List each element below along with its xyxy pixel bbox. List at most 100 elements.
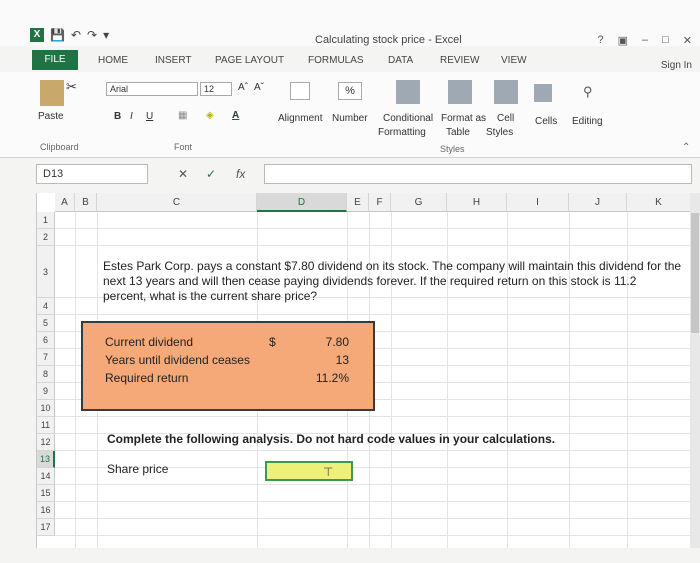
save-icon[interactable]: 💾: [50, 28, 65, 42]
column-header[interactable]: C: [97, 193, 257, 212]
cancel-icon[interactable]: ✕: [178, 167, 188, 181]
tab-view[interactable]: VIEW: [501, 55, 527, 66]
column-header[interactable]: A: [55, 193, 75, 212]
column-header[interactable]: E: [347, 193, 369, 212]
paste-icon[interactable]: [40, 80, 64, 106]
conditional-formatting-icon[interactable]: [396, 80, 420, 104]
ribbon-display-icon[interactable]: ▣: [618, 34, 628, 47]
tab-review[interactable]: REVIEW: [440, 55, 479, 66]
column-header[interactable]: B: [75, 193, 97, 212]
row-header[interactable]: 17: [37, 519, 55, 536]
share-price-answer-cell[interactable]: ⊤: [265, 461, 353, 481]
customize-toolbar-icon[interactable]: ▾: [103, 28, 109, 42]
cells-icon[interactable]: [534, 84, 552, 102]
bold-button[interactable]: B: [114, 111, 121, 122]
row-header[interactable]: 11: [37, 417, 55, 434]
row-header[interactable]: 16: [37, 502, 55, 519]
row-header[interactable]: 2: [37, 229, 55, 246]
find-icon[interactable]: ⚲: [583, 84, 593, 100]
undo-icon[interactable]: ↶: [71, 28, 81, 42]
row-header[interactable]: 5: [37, 315, 55, 332]
row-header[interactable]: 15: [37, 485, 55, 502]
cut-icon[interactable]: ✂: [66, 79, 77, 95]
conditional-formatting-label-2[interactable]: Formatting: [378, 127, 426, 138]
enter-icon[interactable]: ✓: [206, 167, 216, 181]
font-size-select[interactable]: 12: [200, 82, 232, 96]
row-header[interactable]: 13: [37, 451, 55, 468]
tab-file[interactable]: FILE: [32, 50, 78, 70]
alignment-button[interactable]: Alignment: [278, 113, 322, 124]
tab-formulas[interactable]: FORMULAS: [308, 55, 364, 66]
paste-button[interactable]: Paste: [38, 111, 64, 122]
tab-data[interactable]: DATA: [388, 55, 413, 66]
underline-button[interactable]: U: [146, 111, 153, 122]
text-cursor-icon: ⊤: [323, 465, 334, 479]
format-as-table-label-1[interactable]: Format as: [441, 113, 486, 124]
grid-row-line: [55, 245, 690, 246]
column-header[interactable]: D: [257, 193, 347, 212]
collapse-ribbon-icon[interactable]: ⌃: [682, 142, 690, 153]
scrollbar-thumb[interactable]: [691, 213, 699, 333]
share-price-label: Share price: [107, 462, 169, 476]
row-header[interactable]: 7: [37, 349, 55, 366]
row-header[interactable]: 6: [37, 332, 55, 349]
grid-row-line: [55, 501, 690, 502]
cell-styles-label-1[interactable]: Cell: [497, 113, 514, 124]
tab-page-layout[interactable]: PAGE LAYOUT: [215, 55, 284, 66]
grow-font-icon[interactable]: Aˆ: [238, 82, 248, 93]
worksheet-grid[interactable]: A B C D E F G H I J K 1 2 3 4 5 6 7 8 9 10 11 12 13 14 15 16 17 Est…: [36, 193, 692, 548]
fill-color-icon[interactable]: ◈: [206, 110, 214, 121]
tab-home[interactable]: HOME: [98, 55, 128, 66]
grid-row-line: [55, 314, 690, 315]
problem-text: Estes Park Corp. pays a constant $7.80 d…: [103, 259, 682, 303]
restore-button[interactable]: □: [662, 34, 669, 47]
format-as-table-label-2[interactable]: Table: [446, 127, 470, 138]
column-header[interactable]: K: [627, 193, 691, 212]
column-header[interactable]: G: [391, 193, 447, 212]
vertical-scrollbar[interactable]: [690, 193, 700, 548]
italic-button[interactable]: I: [130, 111, 133, 122]
cells-button[interactable]: Cells: [535, 116, 557, 127]
row-header[interactable]: 9: [37, 383, 55, 400]
grid-row-line: [55, 484, 690, 485]
help-button[interactable]: ?: [597, 34, 603, 47]
tab-insert[interactable]: INSERT: [155, 55, 192, 66]
font-name-select[interactable]: Arial: [106, 82, 198, 96]
column-header[interactable]: F: [369, 193, 391, 212]
instruction-text: Complete the following analysis. Do not …: [107, 432, 556, 446]
column-header[interactable]: H: [447, 193, 507, 212]
currency-symbol: $: [269, 335, 276, 349]
redo-icon[interactable]: ↷: [87, 28, 97, 42]
font-color-icon[interactable]: A: [232, 110, 239, 121]
alignment-icon[interactable]: [290, 82, 310, 100]
column-header[interactable]: I: [507, 193, 569, 212]
column-header[interactable]: J: [569, 193, 627, 212]
font-group-label: Font: [174, 142, 193, 152]
close-button[interactable]: ✕: [683, 34, 692, 47]
formula-input[interactable]: [264, 164, 692, 184]
cell-styles-icon[interactable]: [494, 80, 518, 104]
editing-button[interactable]: Editing: [572, 116, 603, 127]
row-header[interactable]: 14: [37, 468, 55, 485]
borders-icon[interactable]: ▦: [178, 110, 187, 121]
input-value: 7.80: [325, 335, 349, 349]
input-label: Years until dividend ceases: [105, 353, 250, 367]
grid-row-line: [55, 518, 690, 519]
minimize-button[interactable]: –: [642, 34, 648, 47]
input-value: 11.2%: [315, 371, 349, 385]
name-box[interactable]: D13: [36, 164, 148, 184]
shrink-font-icon[interactable]: Aˇ: [254, 82, 264, 93]
conditional-formatting-label-1[interactable]: Conditional: [383, 113, 433, 124]
row-header[interactable]: 8: [37, 366, 55, 383]
row-header[interactable]: 3: [37, 246, 55, 298]
insert-function-icon[interactable]: fx: [236, 167, 245, 181]
row-header[interactable]: 12: [37, 434, 55, 451]
cell-styles-label-2[interactable]: Styles: [486, 127, 513, 138]
number-format-button[interactable]: Number: [332, 113, 368, 124]
row-header[interactable]: 4: [37, 298, 55, 315]
format-as-table-icon[interactable]: [448, 80, 472, 104]
sign-in-link[interactable]: Sign In: [661, 60, 692, 71]
percent-button[interactable]: %: [338, 82, 362, 100]
row-header[interactable]: 10: [37, 400, 55, 417]
row-header[interactable]: 1: [37, 212, 55, 229]
